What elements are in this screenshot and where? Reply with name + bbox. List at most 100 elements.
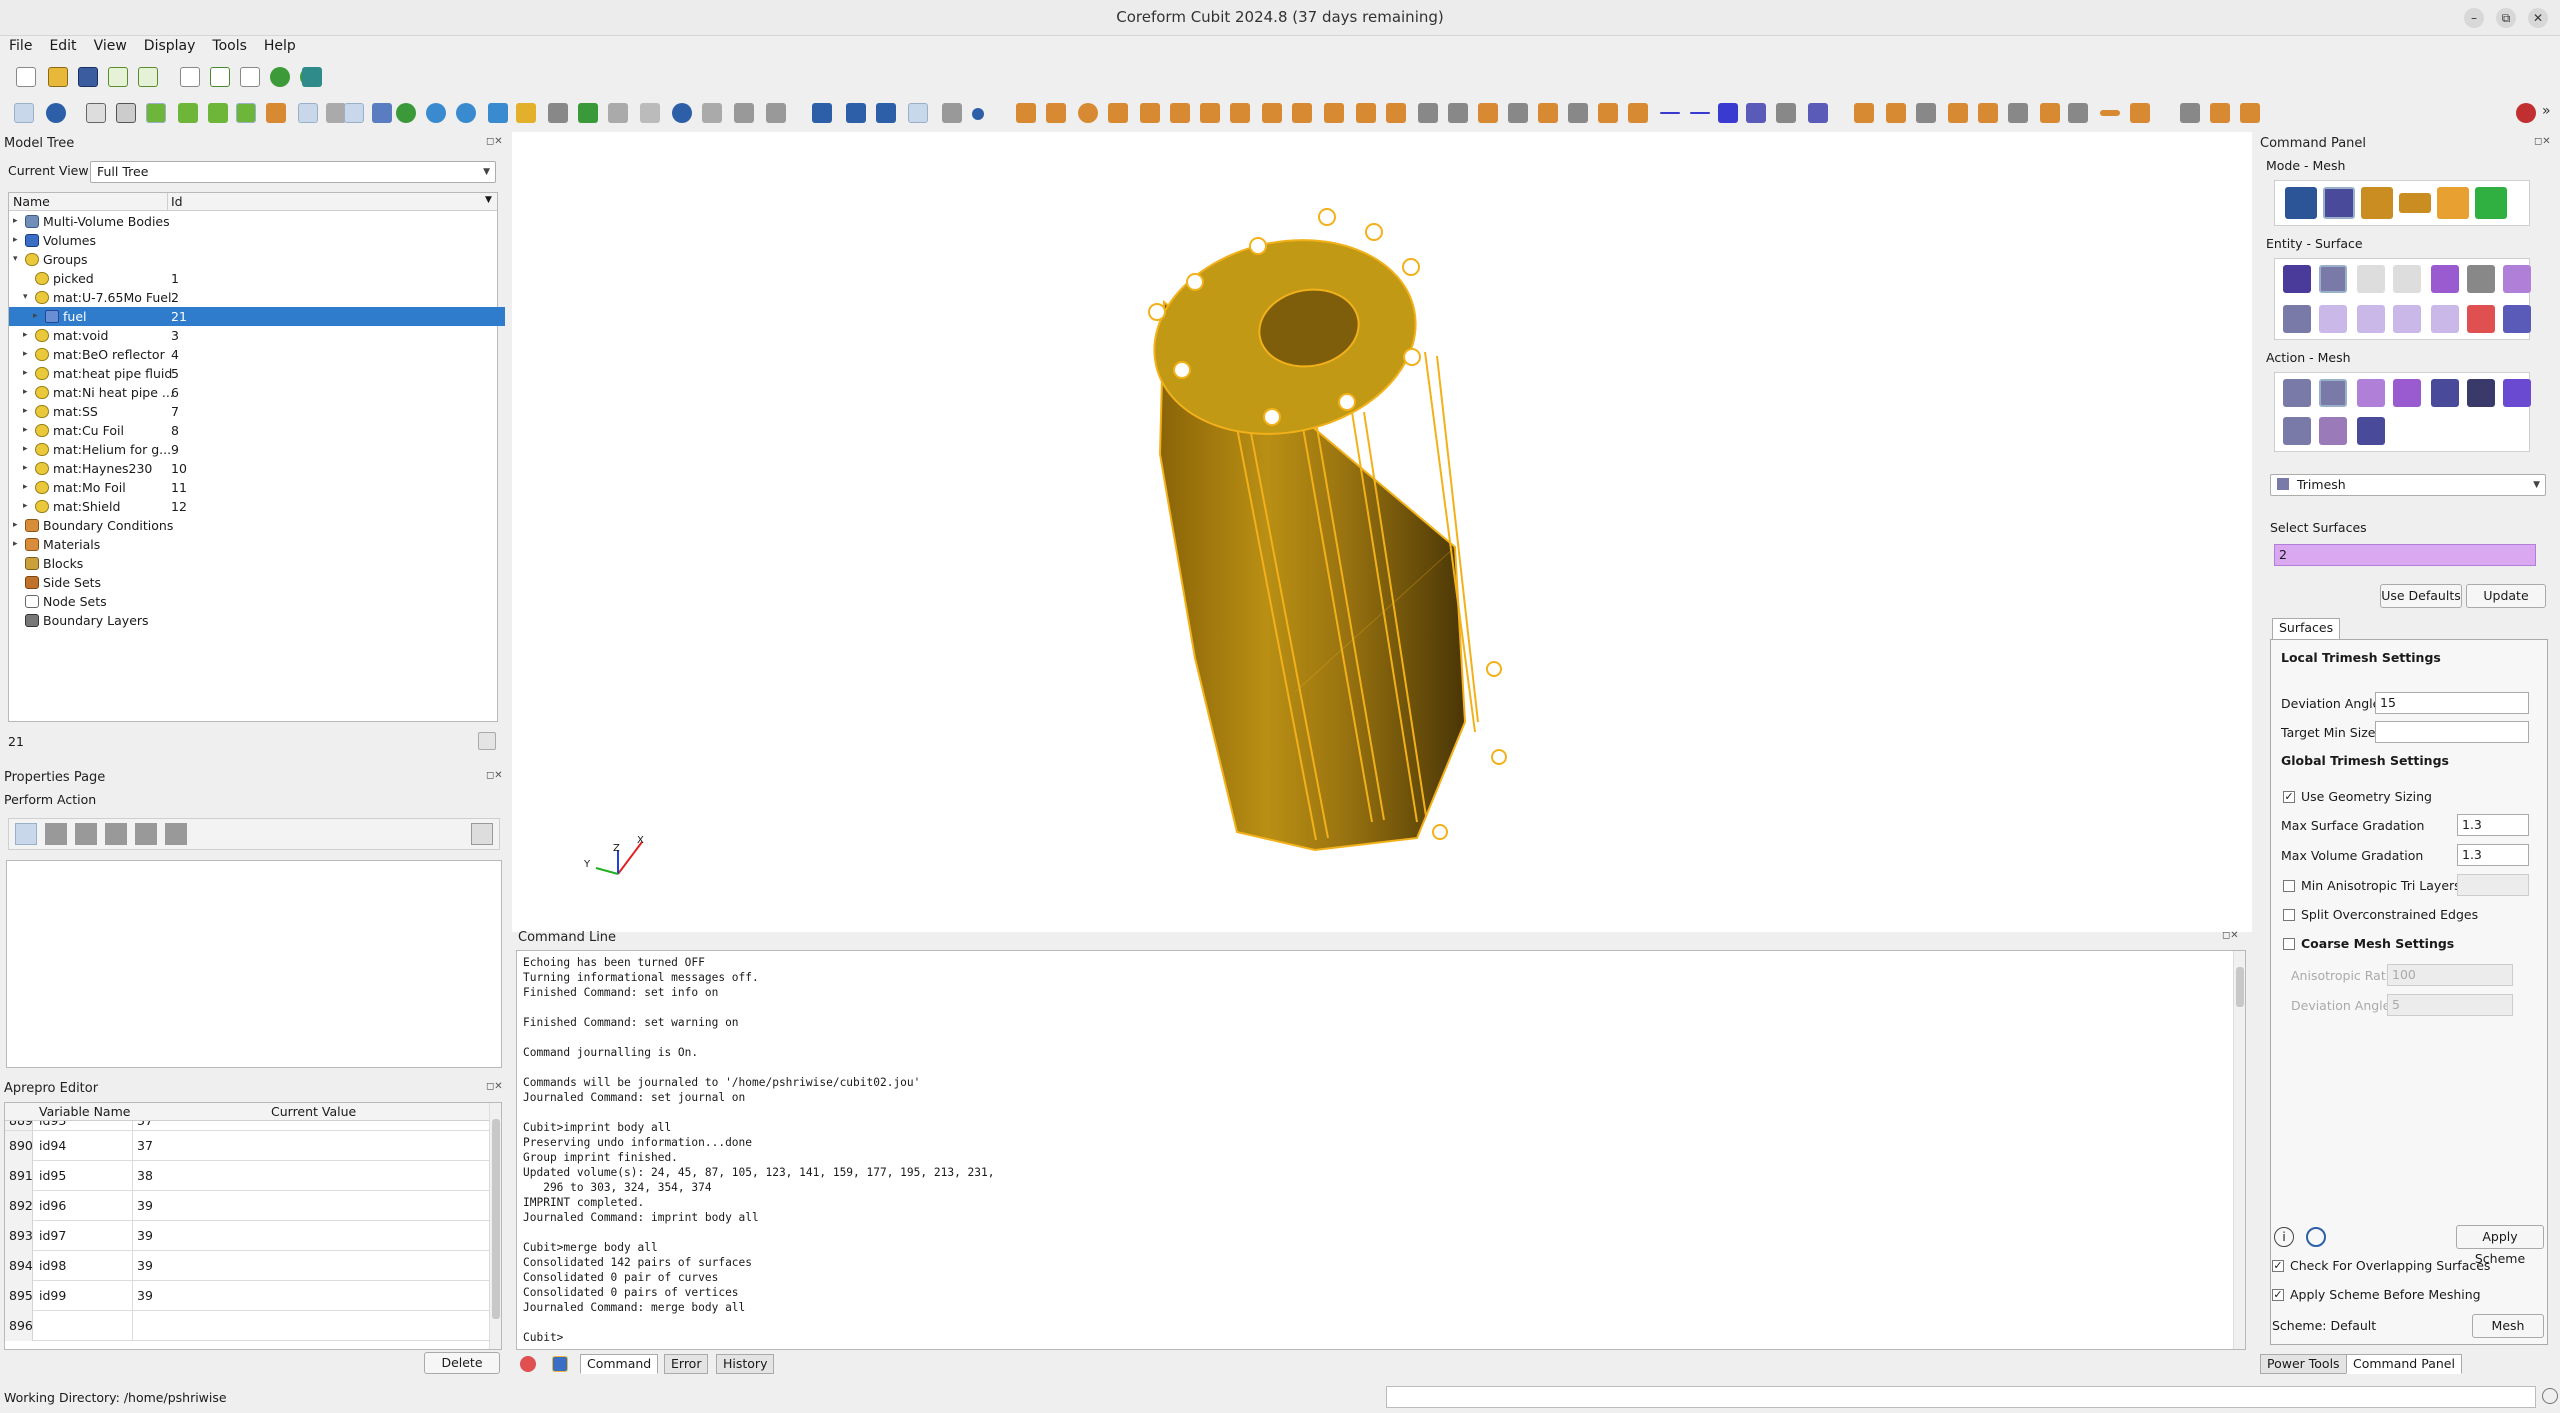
composite-icon[interactable] <box>1478 103 1498 123</box>
dots-icon[interactable] <box>2130 103 2150 123</box>
rotate-icon[interactable] <box>516 103 536 123</box>
view-side-icon[interactable] <box>608 103 628 123</box>
split-icon[interactable] <box>1046 103 1066 123</box>
mesh-button[interactable]: Mesh <box>2472 1314 2544 1338</box>
entity-quad-icon[interactable] <box>2319 305 2347 333</box>
bar-icon[interactable] <box>2100 110 2120 116</box>
entity-sphere-icon[interactable] <box>2467 305 2495 333</box>
model-tree[interactable]: Name Id ▼ ▸ Multi-Volume Bodies ▸ Volumes ▾ G… <box>8 192 505 722</box>
view-iso-icon[interactable] <box>640 103 660 123</box>
record-icon[interactable] <box>270 67 290 87</box>
gauge-icon[interactable] <box>2516 103 2536 123</box>
entity-star-icon[interactable] <box>2503 265 2531 293</box>
quality-icon[interactable] <box>1886 103 1906 123</box>
stop-icon[interactable] <box>302 67 322 87</box>
tree-row[interactable]: ▸ mat:SS 7 <box>9 402 505 421</box>
collapse-arrow-icon[interactable]: ▾ <box>13 250 18 269</box>
max-volume-gradation-input[interactable]: 1.3 <box>2457 844 2529 866</box>
collapse-icon[interactable] <box>1538 103 1558 123</box>
command-line-dock-icon[interactable]: ◻✕ <box>2222 930 2239 941</box>
tree-row[interactable]: ▾ Groups <box>9 250 505 269</box>
geometry-mode-icon[interactable] <box>2285 187 2317 219</box>
expand-arrow-icon[interactable]: ▸ <box>23 497 28 516</box>
aprepro-row[interactable]: 890 id94 37 <box>5 1131 489 1161</box>
aprepro-row[interactable]: 894 id98 39 <box>5 1251 489 1281</box>
entity-node-icon[interactable] <box>2431 305 2459 333</box>
expand-arrow-icon[interactable]: ▸ <box>23 440 28 459</box>
tree-row[interactable]: ▸ mat:Shield 12 <box>9 497 505 516</box>
open-file-icon[interactable] <box>48 67 68 87</box>
action-smooth-icon[interactable] <box>2393 379 2421 407</box>
tree-row[interactable]: ▸ mat:Haynes230 10 <box>9 459 505 478</box>
aprepro-row[interactable]: 892 id96 39 <box>5 1191 489 1221</box>
align-icon[interactable] <box>1568 103 1588 123</box>
scale-icon[interactable] <box>1628 103 1648 123</box>
expand-arrow-icon[interactable]: ▸ <box>23 326 28 345</box>
tree-row[interactable]: ▸ mat:Cu Foil 8 <box>9 421 505 440</box>
check-icon[interactable] <box>1916 103 1936 123</box>
expand-arrow-icon[interactable]: ▸ <box>23 345 28 364</box>
aprepro-row[interactable]: 891 id95 38 <box>5 1161 489 1191</box>
entity-group-icon[interactable] <box>2431 265 2459 293</box>
tree-row[interactable]: Boundary Layers <box>9 611 505 630</box>
cube-icon[interactable] <box>876 103 896 123</box>
loft-icon[interactable] <box>1170 103 1190 123</box>
tree-row[interactable]: ▸ mat:void 3 <box>9 326 505 345</box>
pick-curve-icon[interactable] <box>146 103 166 123</box>
prop-action-icon-1[interactable] <box>15 823 37 845</box>
entity-edge-icon[interactable] <box>2393 305 2421 333</box>
export-icon[interactable] <box>138 67 158 87</box>
tab-error[interactable]: Error <box>664 1354 709 1374</box>
pick-group-icon[interactable] <box>208 103 228 123</box>
tab-history[interactable]: History <box>716 1354 775 1374</box>
check-overlap-checkbox[interactable]: ✓ <box>2272 1260 2284 1272</box>
menu-edit[interactable]: Edit <box>40 36 84 54</box>
graphics-viewport[interactable]: Y Z X <box>512 132 2252 932</box>
mesh-mode-icon[interactable] <box>2323 187 2355 219</box>
ruler-icon[interactable] <box>1948 103 1968 123</box>
more-tools-icon[interactable]: » <box>2542 103 2560 123</box>
expand-arrow-icon[interactable]: ▸ <box>13 212 18 231</box>
pick-surface-icon[interactable] <box>116 103 136 123</box>
action-match-icon[interactable] <box>2319 417 2347 445</box>
tree-row[interactable]: Side Sets <box>9 573 505 592</box>
command-panel-dock-icon[interactable]: ◻✕ <box>2534 136 2551 147</box>
refresh-icon[interactable] <box>396 103 416 123</box>
box-icon[interactable] <box>734 103 754 123</box>
save-as-icon[interactable] <box>108 67 128 87</box>
action-mesh-icon[interactable] <box>2319 379 2347 407</box>
entity-volume-icon[interactable] <box>2283 265 2311 293</box>
entity-tet-icon[interactable] <box>2283 305 2311 333</box>
vector-icon[interactable] <box>2040 103 2060 123</box>
minimize-icon[interactable]: – <box>2464 8 2484 28</box>
menu-tools[interactable]: Tools <box>203 36 255 54</box>
menu-view[interactable]: View <box>85 36 135 54</box>
aprepro-row[interactable]: 895 id99 39 <box>5 1281 489 1311</box>
tree-row[interactable]: ▸ mat:heat pipe fluid 5 <box>9 364 505 383</box>
expand-arrow-icon[interactable]: ▸ <box>23 402 28 421</box>
deviation-angle-input[interactable]: 15 <box>2375 692 2529 714</box>
command-scroll-thumb[interactable] <box>2236 967 2244 1007</box>
virtual-icon[interactable] <box>1508 103 1528 123</box>
tree-row[interactable]: ▸ mat:Mo Foil 11 <box>9 478 505 497</box>
tree-row[interactable]: ▾ mat:U-7.65Mo Fuel 2 <box>9 288 505 307</box>
reset-icon[interactable] <box>2306 1227 2326 1247</box>
split-edges-checkbox[interactable] <box>2283 909 2295 921</box>
prop-action-icon-4[interactable] <box>105 823 127 845</box>
analysis-mode-icon[interactable] <box>2437 187 2469 219</box>
apply-before-checkbox[interactable]: ✓ <box>2272 1289 2284 1301</box>
frame-icon[interactable] <box>766 103 786 123</box>
tree-row[interactable]: ▸ Multi-Volume Bodies <box>9 212 505 231</box>
entity-surface-icon[interactable] <box>2319 265 2347 293</box>
locate-icon[interactable] <box>478 732 496 750</box>
decompose-icon[interactable] <box>1418 103 1438 123</box>
spring-icon[interactable] <box>812 103 832 123</box>
collapse-arrow-icon[interactable]: ▾ <box>23 288 28 307</box>
pick-vertex-icon[interactable] <box>178 103 198 123</box>
expand-arrow-icon[interactable]: ▸ <box>13 231 18 250</box>
offset-icon[interactable] <box>1200 103 1220 123</box>
current-view-select[interactable]: Full Tree ▼ <box>90 161 496 183</box>
expand-arrow-icon[interactable]: ▸ <box>23 459 28 478</box>
entity-grid-icon[interactable] <box>2467 265 2495 293</box>
imprint-icon[interactable] <box>1078 103 1098 123</box>
